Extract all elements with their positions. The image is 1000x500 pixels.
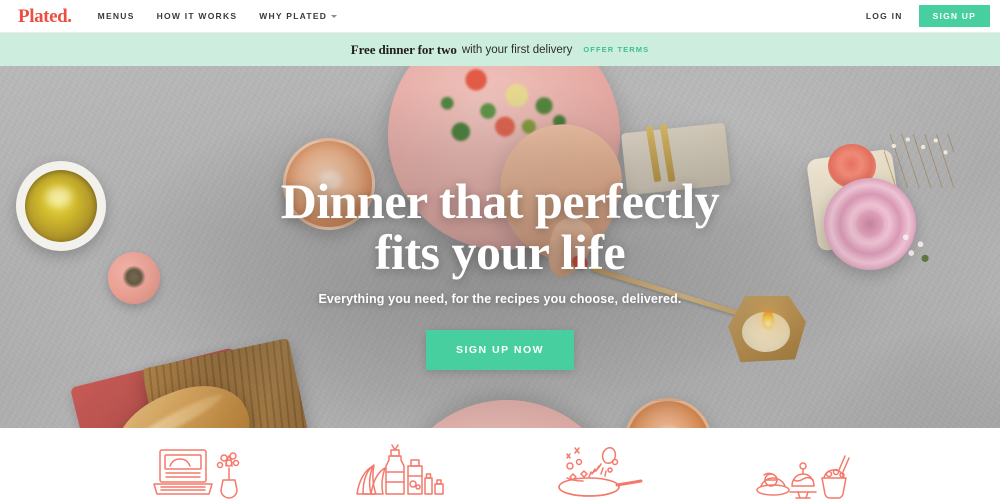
hero-title: Dinner that perfectly fits your life: [0, 176, 1000, 278]
nav-label: MENUS: [97, 11, 135, 21]
nav-label: WHY PLATED: [259, 11, 328, 21]
signup-button[interactable]: SIGN UP: [918, 4, 990, 28]
nav-item-menus[interactable]: MENUS: [98, 11, 135, 21]
hero-title-line-2: fits your life: [374, 224, 626, 280]
plated-dishes-icon: [756, 455, 850, 499]
hero-copy: Dinner that perfectly fits your life Eve…: [0, 176, 1000, 370]
promo-headline: Free dinner for two: [350, 41, 457, 57]
primary-nav: MENUS HOW IT WORKS WHY PLATED: [98, 11, 338, 21]
nav-item-how-it-works[interactable]: HOW IT WORKS: [157, 11, 238, 21]
hero-signup-now-button[interactable]: SIGN UP NOW: [425, 330, 575, 370]
hero-section: Dinner that perfectly fits your life Eve…: [0, 66, 1000, 428]
login-link[interactable]: LOG IN: [866, 11, 903, 21]
step-item-1[interactable]: [95, 442, 298, 500]
step-item-3[interactable]: [500, 442, 703, 500]
site-header: Plated. MENUS HOW IT WORKS WHY PLATED LO…: [0, 0, 1000, 33]
chevron-down-icon: [331, 15, 338, 18]
cooking-pan-icon: [558, 447, 643, 497]
how-it-works-steps: [0, 428, 1000, 500]
step-item-4[interactable]: [703, 442, 906, 500]
nav-label: HOW IT WORKS: [156, 11, 238, 21]
ingredients-delivery-icon: [356, 444, 444, 495]
logo[interactable]: Plated.: [18, 7, 72, 26]
hero-cta-wrap: SIGN UP NOW: [0, 306, 1000, 370]
nav-item-why-plated[interactable]: WHY PLATED: [259, 11, 338, 21]
step-item-2[interactable]: [298, 442, 501, 500]
hero-title-line-1: Dinner that perfectly: [280, 173, 720, 229]
header-actions: LOG IN SIGN UP: [866, 4, 990, 28]
promo-banner: Free dinner for two with your first deli…: [0, 33, 1000, 66]
promo-subtext: with your first delivery: [461, 43, 573, 56]
laptop-menu-icon: [153, 449, 240, 499]
hero-subtitle: Everything you need, for the recipes you…: [318, 292, 682, 306]
offer-terms-link[interactable]: OFFER TERMS: [583, 45, 649, 54]
